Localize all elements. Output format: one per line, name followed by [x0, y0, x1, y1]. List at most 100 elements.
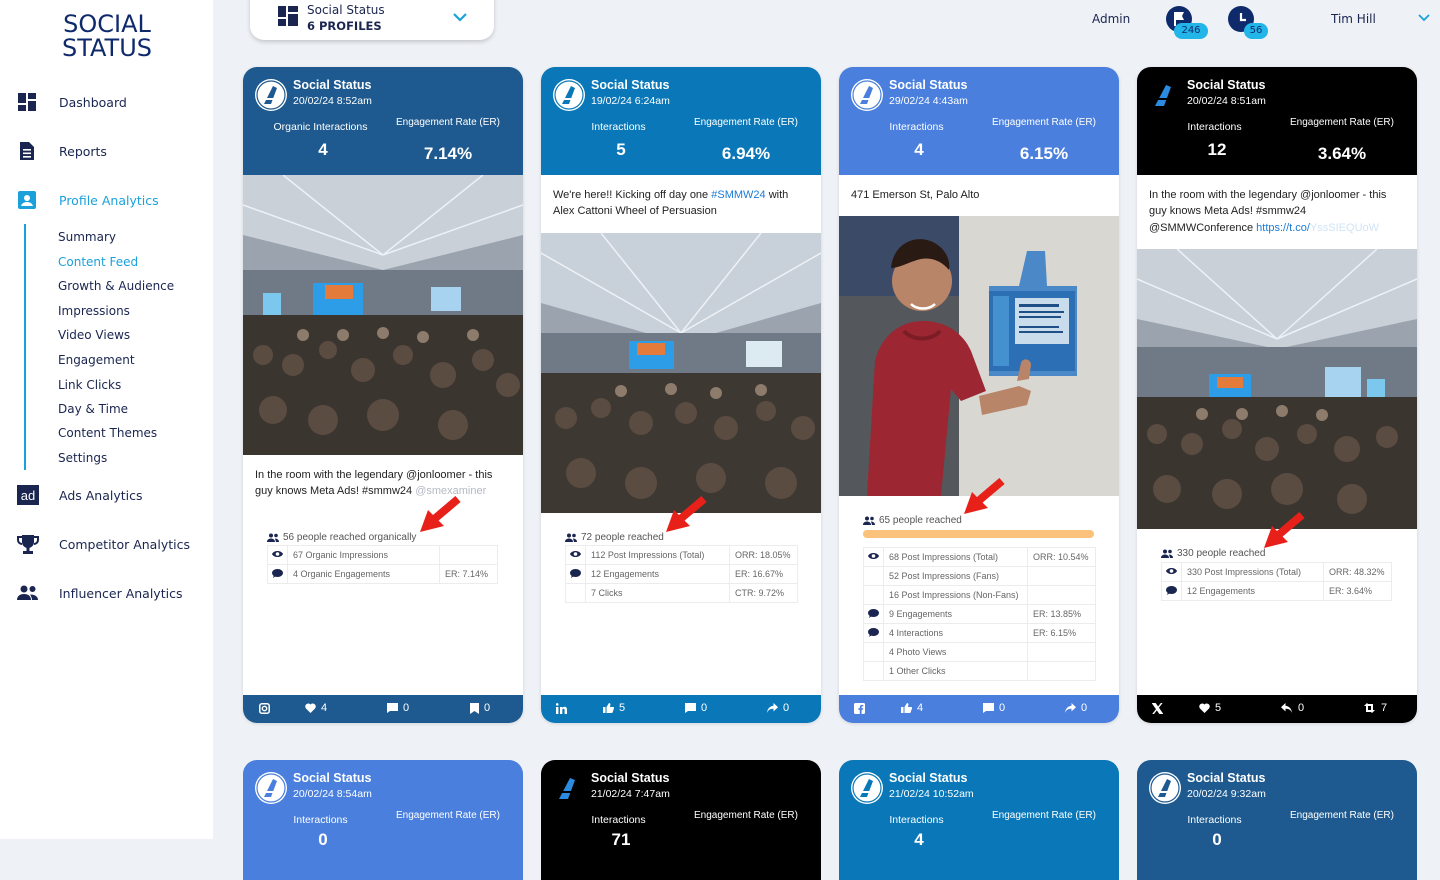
people-icon [17, 585, 38, 600]
eye-icon [570, 551, 581, 557]
metric-label: Interactions [591, 121, 646, 133]
subnav-item-settings[interactable]: Settings [58, 451, 107, 465]
post-card-instagram[interactable]: Social Status 20/02/24 8:52am Organic In… [243, 67, 523, 723]
likes-stat: 5 [1199, 702, 1221, 714]
metric-label: Interactions [293, 814, 348, 826]
post-card-header-partial[interactable]: Social Status 21/02/24 10:52am Interacti… [839, 760, 1119, 880]
sidebar-item-ads-analytics[interactable]: ad Ads Analytics [0, 480, 213, 510]
card-header: Social Status 29/02/24 4:43am Interactio… [839, 67, 1119, 175]
metrics-table: 112 Post Impressions (Total) ORR: 18.05% … [565, 545, 798, 603]
red-arrow-annotation [1264, 512, 1305, 548]
subnav-item-day-time[interactable]: Day & Time [58, 402, 128, 416]
user-name[interactable]: Tim Hill [1331, 12, 1376, 26]
sidebar-item-label: Reports [59, 143, 107, 159]
profile-name: Social Status [591, 771, 670, 785]
avatar [851, 772, 883, 804]
social-status-logo[interactable]: SOCIAL STATUS [52, 12, 162, 60]
grid-icon [278, 6, 298, 26]
x-logo-icon [1152, 703, 1163, 714]
sidebar-item-label: Profile Analytics [59, 192, 159, 208]
sidebar-item-influencer-analytics[interactable]: Influencer Analytics [0, 578, 213, 608]
reach-text: 330 people reached [1177, 548, 1266, 559]
red-arrow-annotation [964, 478, 1005, 514]
post-image[interactable] [1137, 249, 1417, 529]
metric-label: Engagement Rate (ER) [1290, 810, 1394, 821]
post-card-facebook[interactable]: Social Status 29/02/24 4:43am Interactio… [839, 67, 1119, 723]
user-menu-chevron-icon[interactable] [1418, 14, 1430, 22]
subnav-item-video-views[interactable]: Video Views [58, 328, 130, 342]
clock-count-badge: 56 [1244, 23, 1268, 39]
post-text: We're here!! Kicking off day one #SMMW24… [553, 189, 789, 218]
card-footer: 5 0 0 [541, 695, 821, 723]
post-card-linkedin[interactable]: Social Status 19/02/24 6:24am Interactio… [541, 67, 821, 723]
table-row: 52 Post Impressions (Fans) [863, 566, 1096, 586]
comments-stat: 0 [387, 702, 409, 714]
table-row: 7 Clicks CTR: 9.72% [565, 583, 798, 603]
metric-label: Interactions [889, 814, 944, 826]
comment-bubble-icon [570, 568, 581, 578]
reach-summary: 72 people reached [565, 532, 664, 543]
metric-value: 4 [914, 140, 924, 159]
share-arrow-icon [1065, 703, 1076, 713]
post-link[interactable]: https://t.co/ [1256, 222, 1310, 234]
shares-stat: 0 [1065, 702, 1087, 714]
post-image[interactable] [243, 175, 523, 455]
linkedin-icon [556, 703, 567, 714]
metric-value: 12 [1207, 140, 1227, 159]
eye-icon [868, 553, 879, 559]
sidebar-item-profile-analytics[interactable]: Profile Analytics [0, 185, 213, 215]
hashtag-link[interactable]: #SMMW24 [711, 189, 765, 201]
sidebar-item-reports[interactable]: Reports [0, 136, 213, 166]
metric-label: Organic Interactions [273, 121, 368, 133]
post-card-x[interactable]: Social Status 20/02/24 8:51am Interactio… [1137, 67, 1417, 723]
comment-icon [685, 703, 696, 713]
metric-label: Engagement Rate (ER) [396, 810, 500, 821]
flag-count-badge: 246 [1174, 23, 1208, 39]
card-header: Social Status 20/02/24 8:52am Organic In… [243, 67, 523, 175]
subnav-item-content-feed[interactable]: Content Feed [58, 255, 138, 269]
sidebar: SOCIAL STATUS Dashboard Reports Profile … [0, 0, 213, 839]
post-card-header-partial[interactable]: Social Status 20/02/24 9:32am Interactio… [1137, 760, 1417, 880]
instagram-icon [259, 703, 270, 714]
profile-icon [18, 191, 36, 209]
comment-bubble-icon [1166, 585, 1177, 595]
post-date: 29/02/24 4:43am [889, 95, 968, 107]
heart-icon [1199, 703, 1210, 713]
profile-name: Social Status [889, 771, 968, 785]
thumbs-up-icon [603, 703, 614, 713]
card-header: Social Status 20/02/24 8:51am Interactio… [1137, 67, 1417, 175]
subnav-item-link-clicks[interactable]: Link Clicks [58, 378, 121, 392]
facebook-icon [854, 703, 865, 714]
reach-summary: 65 people reached [863, 515, 962, 526]
subnav-item-content-themes[interactable]: Content Themes [58, 426, 157, 440]
subnav-item-engagement[interactable]: Engagement [58, 353, 135, 367]
subnav-item-impressions[interactable]: Impressions [58, 304, 130, 318]
subnav-item-growth-audience[interactable]: Growth & Audience [58, 279, 174, 293]
post-card-header-partial[interactable]: Social Status 21/02/24 7:47am Interactio… [541, 760, 821, 880]
post-date: 20/02/24 8:52am [293, 95, 372, 107]
post-image[interactable] [541, 233, 821, 513]
metric-label: Engagement Rate (ER) [694, 810, 798, 821]
subnav-item-summary[interactable]: Summary [58, 230, 116, 244]
metric-value: 0 [1212, 830, 1222, 849]
comment-bubble-icon [868, 627, 879, 637]
shares-stat: 0 [767, 702, 789, 714]
metrics-table: 330 Post Impressions (Total) ORR: 48.32% … [1161, 562, 1392, 601]
table-row: 9 Engagements ER: 13.85% [863, 604, 1096, 624]
metric-value: 0 [318, 830, 328, 849]
reach-text: 56 people reached organically [283, 532, 417, 543]
subnav-rail [24, 224, 26, 470]
dashboard-icon [18, 93, 36, 111]
post-image[interactable] [839, 216, 1119, 496]
post-card-header-partial[interactable]: Social Status 20/02/24 8:54am Interactio… [243, 760, 523, 880]
likes-stat: 4 [901, 702, 923, 714]
sidebar-item-label: Competitor Analytics [59, 536, 190, 552]
profile-selector[interactable]: Social Status 6 PROFILES [250, 0, 494, 40]
table-row: 4 Interactions ER: 6.15% [863, 623, 1096, 643]
trophy-icon [17, 535, 39, 554]
people-icon [267, 533, 279, 542]
reach-summary: 56 people reached organically [267, 532, 416, 543]
chevron-down-icon [453, 13, 467, 22]
sidebar-item-dashboard[interactable]: Dashboard [0, 87, 213, 117]
sidebar-item-competitor-analytics[interactable]: Competitor Analytics [0, 529, 213, 559]
